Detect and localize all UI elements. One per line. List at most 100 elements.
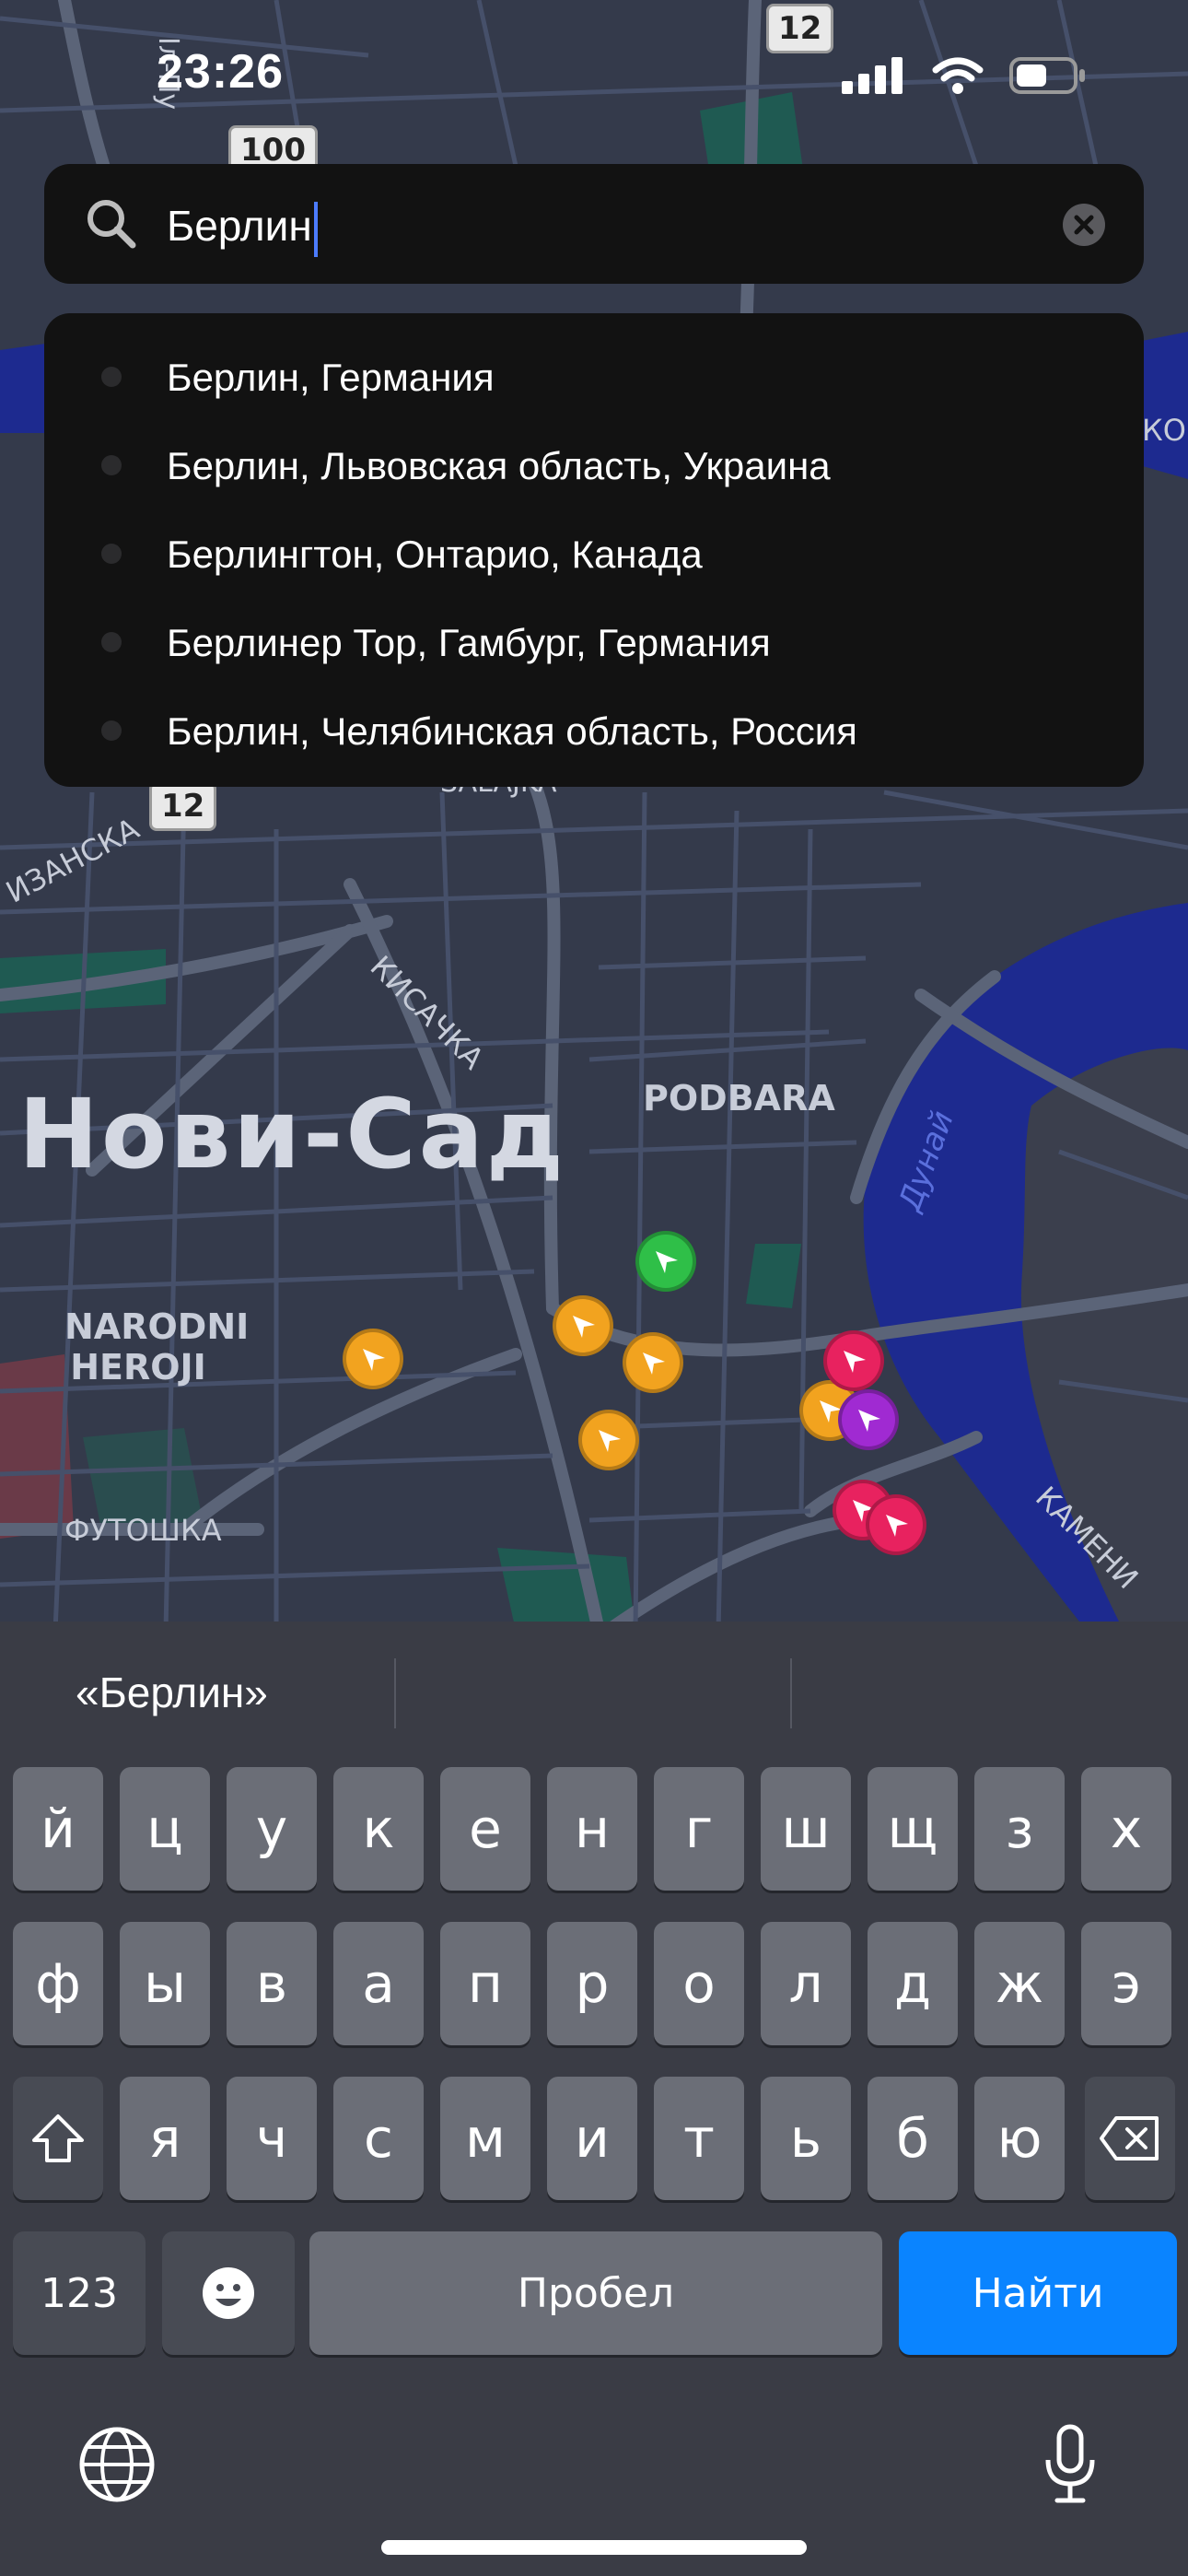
key-row3-0[interactable]: я xyxy=(120,2077,210,2200)
map-district-label: PODBARA xyxy=(643,1078,835,1118)
space-key[interactable]: Пробел xyxy=(309,2231,882,2355)
key-row1-9[interactable]: з xyxy=(974,1767,1065,1891)
key-row3-8[interactable]: ю xyxy=(974,2077,1065,2200)
key-label: э xyxy=(1112,1952,1141,2015)
key-label: и xyxy=(575,2107,610,2170)
suggestion-item[interactable]: Берлин, Львовская область, Украина xyxy=(44,427,1144,516)
key-row1-1[interactable]: ц xyxy=(120,1767,210,1891)
navigation-arrow-icon xyxy=(599,1430,621,1452)
navigation-arrow-icon xyxy=(656,1251,678,1273)
navigation-arrow-icon xyxy=(886,1515,908,1537)
key-row2-5[interactable]: р xyxy=(547,1922,637,2045)
numbers-key[interactable]: 123 xyxy=(13,2231,146,2355)
map-marker[interactable] xyxy=(623,1332,683,1393)
predictive-suggestion[interactable]: «Берлин» xyxy=(76,1668,268,1717)
space-key-label: Пробел xyxy=(517,2269,675,2317)
key-row1-10[interactable]: х xyxy=(1081,1767,1171,1891)
clear-search-button[interactable] xyxy=(1063,204,1105,246)
key-row3-3[interactable]: м xyxy=(440,2077,530,2200)
suggestion-label: Берлин, Челябинская область, Россия xyxy=(167,709,857,753)
key-row3-1[interactable]: ч xyxy=(227,2077,317,2200)
backspace-key[interactable] xyxy=(1085,2077,1175,2200)
key-row3-6[interactable]: ь xyxy=(761,2077,851,2200)
key-label: к xyxy=(362,1797,395,1860)
key-row2-9[interactable]: ж xyxy=(974,1922,1065,2045)
key-row3-2[interactable]: с xyxy=(333,2077,424,2200)
shift-icon xyxy=(32,2114,84,2162)
key-row3-7[interactable]: б xyxy=(868,2077,958,2200)
key-row1-0[interactable]: й xyxy=(13,1767,103,1891)
map-marker[interactable] xyxy=(635,1231,696,1292)
map-marker[interactable] xyxy=(866,1494,926,1555)
key-row1-6[interactable]: г xyxy=(654,1767,744,1891)
search-bar[interactable]: Берлин xyxy=(44,164,1144,284)
key-row2-0[interactable]: ф xyxy=(13,1922,103,2045)
key-row2-7[interactable]: л xyxy=(761,1922,851,2045)
shift-key[interactable] xyxy=(13,2077,103,2200)
key-row1-3[interactable]: к xyxy=(333,1767,424,1891)
numbers-key-label: 123 xyxy=(41,2269,118,2317)
key-label: о xyxy=(682,1952,716,2015)
search-input[interactable]: Берлин xyxy=(167,201,318,257)
map-marker[interactable] xyxy=(553,1295,613,1356)
key-row3-5[interactable]: т xyxy=(654,2077,744,2200)
go-key-label: Найти xyxy=(972,2269,1104,2317)
navigation-arrow-icon xyxy=(858,1410,880,1432)
key-row2-6[interactable]: о xyxy=(654,1922,744,2045)
key-row1-8[interactable]: щ xyxy=(868,1767,958,1891)
suggestion-item[interactable]: Берлин, Германия xyxy=(44,339,1144,427)
key-row1-7[interactable]: ш xyxy=(761,1767,851,1891)
key-label: ь xyxy=(789,2107,822,2170)
key-label: н xyxy=(575,1797,610,1860)
road-shield: 12 xyxy=(766,4,834,53)
map-district-label: NARODNI HEROJI xyxy=(64,1306,250,1388)
close-icon xyxy=(1074,215,1094,235)
location-dot-icon xyxy=(101,544,122,564)
key-label: ц xyxy=(146,1797,183,1860)
key-label: м xyxy=(465,2107,506,2170)
key-row2-4[interactable]: п xyxy=(440,1922,530,2045)
key-row2-2[interactable]: в xyxy=(227,1922,317,2045)
suggestion-item[interactable]: Берлингтон, Онтарио, Канада xyxy=(44,516,1144,604)
key-label: в xyxy=(255,1952,288,2015)
key-row2-8[interactable]: д xyxy=(868,1922,958,2045)
key-row2-10[interactable]: э xyxy=(1081,1922,1171,2045)
key-label: ы xyxy=(144,1952,186,2015)
key-row2-1[interactable]: ы xyxy=(120,1922,210,2045)
key-row3-4[interactable]: и xyxy=(547,2077,637,2200)
key-label: я xyxy=(148,2107,181,2170)
map-marker[interactable] xyxy=(838,1389,899,1450)
globe-icon[interactable] xyxy=(77,2425,157,2504)
key-label: з xyxy=(1005,1797,1034,1860)
key-label: е xyxy=(469,1797,502,1860)
key-row1-5[interactable]: н xyxy=(547,1767,637,1891)
key-label: ж xyxy=(995,1952,1044,2015)
suggestion-item[interactable]: Берлинер Тор, Гамбург, Германия xyxy=(44,604,1144,693)
map-marker[interactable] xyxy=(823,1330,884,1391)
key-label: ш xyxy=(781,1797,831,1860)
suggestion-label: Берлин, Германия xyxy=(167,356,495,399)
prediction-divider xyxy=(790,1658,792,1728)
wifi-icon xyxy=(932,57,984,94)
key-row1-2[interactable]: у xyxy=(227,1767,317,1891)
suggestion-item[interactable]: Берлин, Челябинская область, Россия xyxy=(44,693,1144,781)
keyboard: «Берлин» й ц у к е н г шщ з х фы в а п р о л дж э я ч с м и т ь… xyxy=(0,1622,1188,2576)
key-label: л xyxy=(788,1952,823,2015)
home-indicator[interactable] xyxy=(381,2540,807,2555)
microphone-icon[interactable] xyxy=(1042,2423,1098,2506)
location-dot-icon xyxy=(101,455,122,475)
search-go-key[interactable]: Найти xyxy=(899,2231,1177,2355)
navigation-arrow-icon xyxy=(363,1349,385,1371)
emoji-key[interactable] xyxy=(162,2231,295,2355)
text-caret xyxy=(313,201,318,257)
key-row2-3[interactable]: а xyxy=(333,1922,424,2045)
map-marker[interactable] xyxy=(578,1410,639,1470)
key-row1-4[interactable]: е xyxy=(440,1767,530,1891)
map-marker[interactable] xyxy=(343,1329,403,1389)
key-label: с xyxy=(364,2107,393,2170)
key-label: д xyxy=(893,1952,932,2015)
key-label: т xyxy=(683,2107,715,2170)
prediction-divider xyxy=(394,1658,396,1728)
key-label: ю xyxy=(996,2107,1042,2170)
search-query: Берлин xyxy=(167,202,312,250)
